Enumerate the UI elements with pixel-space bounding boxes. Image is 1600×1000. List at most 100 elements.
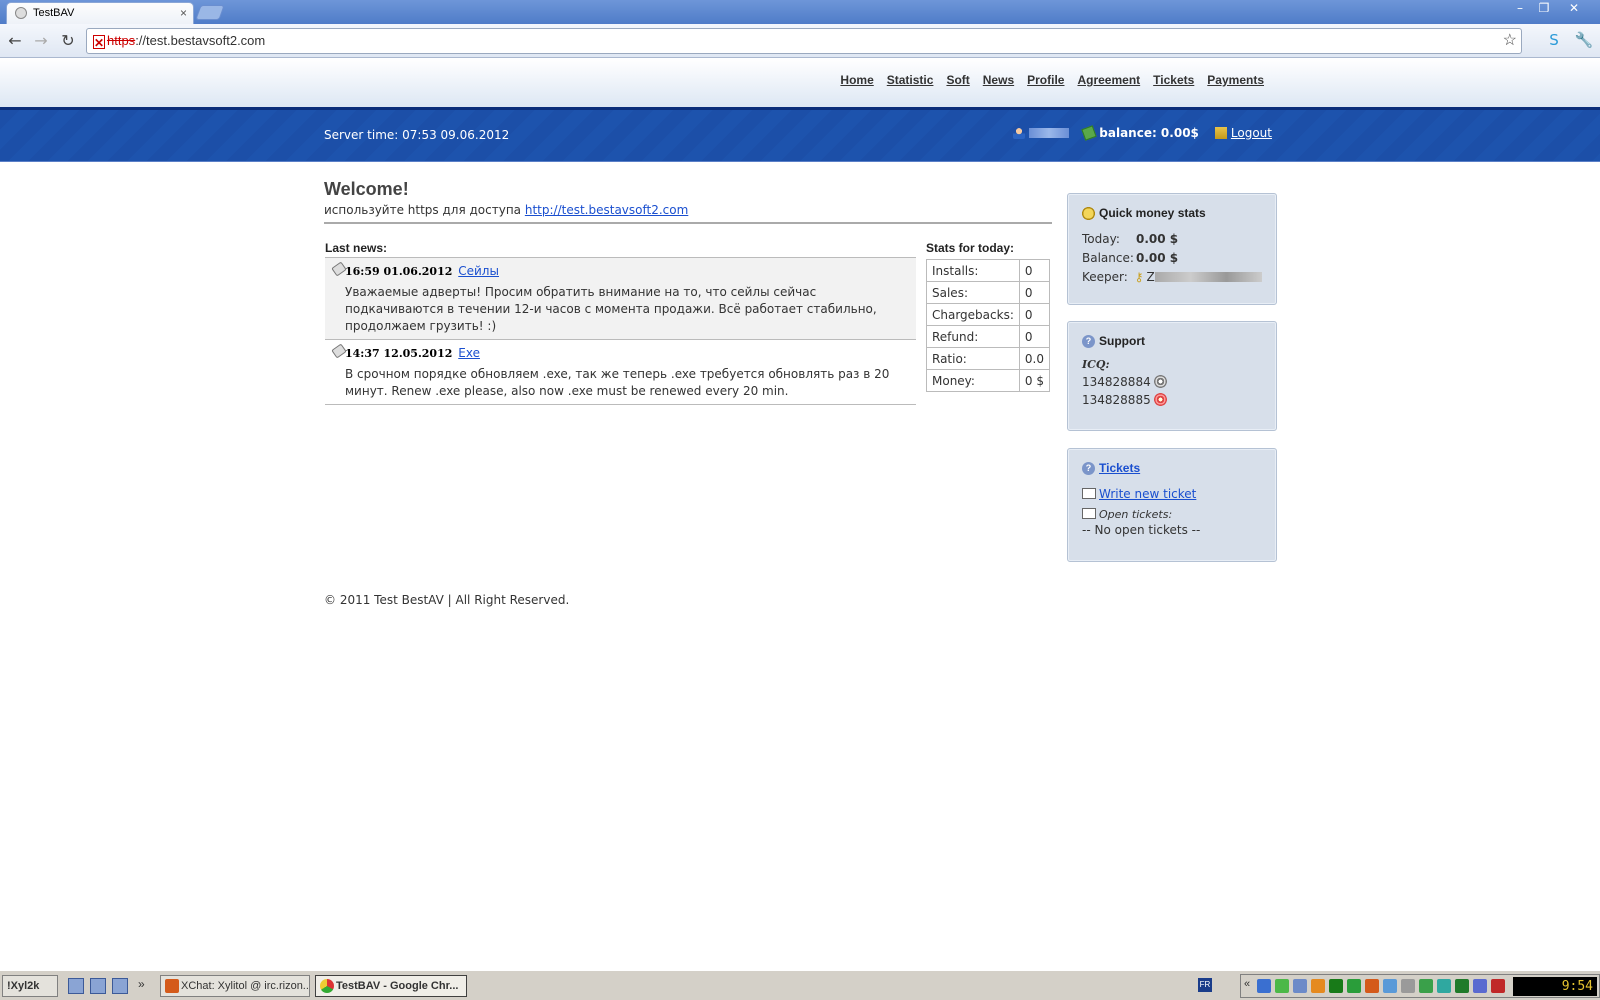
icq-number[interactable]: 134828884: [1082, 375, 1151, 389]
account-band: Server time: 07:53 09.06.2012 balance: 0…: [0, 107, 1600, 162]
https-hint: используйте https для доступа http://tes…: [324, 203, 1052, 224]
taskbar-task-xchat[interactable]: XChat: Xylitol @ irc.rizon...: [160, 975, 310, 997]
reload-icon[interactable]: ↻: [57, 30, 79, 52]
logout-icon: [1214, 127, 1227, 139]
news-link[interactable]: Exe: [458, 346, 480, 360]
nav-tickets[interactable]: Tickets: [1153, 73, 1194, 87]
icq-status-online-icon: [1153, 393, 1167, 406]
window-close-icon[interactable]: ✕: [1562, 1, 1586, 16]
open-tickets-row: Open tickets:: [1082, 507, 1262, 521]
table-row: Chargebacks: 0: [926, 303, 1051, 326]
support-title: ? Support: [1082, 334, 1262, 348]
address-bar[interactable]: ✕ https://test.bestavsoft2.com ☆: [86, 28, 1522, 54]
close-tab-icon[interactable]: ×: [180, 3, 187, 23]
taskbar: !Xyl2k » XChat: Xylitol @ irc.rizon... T…: [0, 970, 1600, 1000]
table-row: Money: 0 $: [926, 369, 1051, 392]
tray-expand-icon[interactable]: «: [1244, 978, 1250, 990]
tickets-title: ? Tickets: [1082, 461, 1262, 475]
nav-news[interactable]: News: [983, 73, 1014, 87]
tickets-link[interactable]: Tickets: [1099, 461, 1140, 475]
tray-app-icon[interactable]: [1419, 979, 1433, 993]
tray-app-icon[interactable]: [1455, 979, 1469, 993]
url-protocol: https: [107, 33, 136, 48]
tray-app-icon[interactable]: [1347, 979, 1361, 993]
quicklaunch-ie-icon[interactable]: [68, 978, 84, 994]
quicklaunch-more-icon[interactable]: »: [138, 977, 145, 991]
stat-label: Refund:: [926, 325, 1020, 348]
stats-title: Stats for today:: [926, 241, 1015, 255]
stat-value: 0 $: [1018, 369, 1051, 392]
news-body: В срочном порядке обновляем .exe, так же…: [345, 367, 890, 398]
tray-app-icon[interactable]: [1437, 979, 1451, 993]
envelope-icon: [1082, 488, 1096, 499]
chrome-icon: [320, 979, 334, 993]
footer-copyright: © 2011 Test BestAV | All Right Reserved.: [324, 593, 570, 607]
stats-section: Stats for today: Installs: 0 Sales: 0 Char…: [926, 241, 1052, 392]
bookmark-star-icon[interactable]: ☆: [1503, 29, 1517, 53]
browser-tab[interactable]: TestBAV ×: [6, 2, 194, 24]
xchat-icon: [165, 979, 179, 993]
tray-app-icon[interactable]: [1275, 979, 1289, 993]
support-title-text: Support: [1099, 334, 1145, 348]
icq-number[interactable]: 134828885: [1082, 393, 1151, 407]
news-section: Last news: 16:59 01.06.2012 Сейлы Уважае…: [325, 241, 916, 405]
tray-app-icon[interactable]: [1401, 979, 1415, 993]
balance-text: balance: 0.00$: [1099, 126, 1199, 140]
tray-app-icon[interactable]: [1491, 979, 1505, 993]
news-date: 16:59 01.06.2012: [345, 265, 453, 278]
stats-table: Installs: 0 Sales: 0 Chargebacks: 0 Refund:…: [926, 259, 1051, 392]
tray-app-icon[interactable]: [1329, 979, 1343, 993]
taskbar-task-chrome[interactable]: TestBAV - Google Chr...: [315, 975, 467, 997]
wrench-icon[interactable]: 🔧: [1574, 30, 1594, 50]
help-icon: ?: [1082, 334, 1095, 348]
tray-app-icon[interactable]: [1383, 979, 1397, 993]
start-button[interactable]: !Xyl2k: [2, 975, 58, 997]
skype-icon[interactable]: S: [1544, 30, 1564, 50]
forward-icon[interactable]: →: [30, 30, 52, 52]
quick-money-title-text: Quick money stats: [1099, 206, 1206, 220]
tab-title: TestBAV: [33, 7, 75, 19]
https-hint-text: используйте https для доступа: [324, 203, 522, 217]
logout-link[interactable]: Logout: [1231, 126, 1272, 140]
tray-app-icon[interactable]: [1257, 979, 1271, 993]
tray-app-icon[interactable]: [1473, 979, 1487, 993]
system-tray: « 9:54: [1240, 974, 1600, 998]
news-link[interactable]: Сейлы: [458, 264, 499, 278]
minimize-icon[interactable]: –: [1508, 1, 1532, 16]
tray-app-icon[interactable]: [1311, 979, 1325, 993]
table-row: Sales: 0: [926, 281, 1051, 304]
nav-payments[interactable]: Payments: [1207, 73, 1264, 87]
balance-label: Balance:: [1082, 251, 1134, 265]
keeper-prefix: Z: [1146, 270, 1155, 284]
write-new-ticket-link[interactable]: Write new ticket: [1099, 487, 1196, 501]
news-meta: 14:37 12.05.2012 Exe: [345, 346, 912, 360]
stat-label: Ratio:: [926, 347, 1020, 370]
quicklaunch-app-icon[interactable]: [112, 978, 128, 994]
quick-money-box: Quick money stats Today: 0.00 $ Balance:…: [1067, 193, 1277, 305]
tray-app-icon[interactable]: [1293, 979, 1307, 993]
nav-profile[interactable]: Profile: [1027, 73, 1064, 87]
restore-icon[interactable]: ❐: [1532, 1, 1556, 16]
divider: [325, 404, 916, 405]
clock[interactable]: 9:54: [1513, 977, 1597, 996]
keeper-label: Keeper:: [1082, 270, 1128, 284]
nav-statistic[interactable]: Statistic: [887, 73, 934, 87]
https-link[interactable]: http://test.bestavsoft2.com: [525, 203, 688, 217]
stat-value: 0.0: [1018, 347, 1051, 370]
write-ticket-row: Write new ticket: [1082, 487, 1262, 501]
nav-soft[interactable]: Soft: [946, 73, 969, 87]
nav-home[interactable]: Home: [840, 73, 873, 87]
stat-label: Money:: [926, 369, 1020, 392]
new-tab-button[interactable]: [195, 5, 225, 20]
keeper-redacted: [1154, 272, 1262, 282]
welcome-title: Welcome!: [324, 179, 409, 199]
help-icon: ?: [1082, 461, 1095, 475]
back-icon[interactable]: ←: [4, 30, 26, 52]
today-label: Today:: [1082, 232, 1120, 246]
nav-agreement[interactable]: Agreement: [1077, 73, 1140, 87]
main-content: Welcome! используйте https для доступа h…: [324, 179, 1054, 405]
news-meta: 16:59 01.06.2012 Сейлы: [345, 264, 912, 278]
tray-app-icon[interactable]: [1365, 979, 1379, 993]
quicklaunch-desktop-icon[interactable]: [90, 978, 106, 994]
table-row: Installs: 0: [926, 259, 1051, 282]
